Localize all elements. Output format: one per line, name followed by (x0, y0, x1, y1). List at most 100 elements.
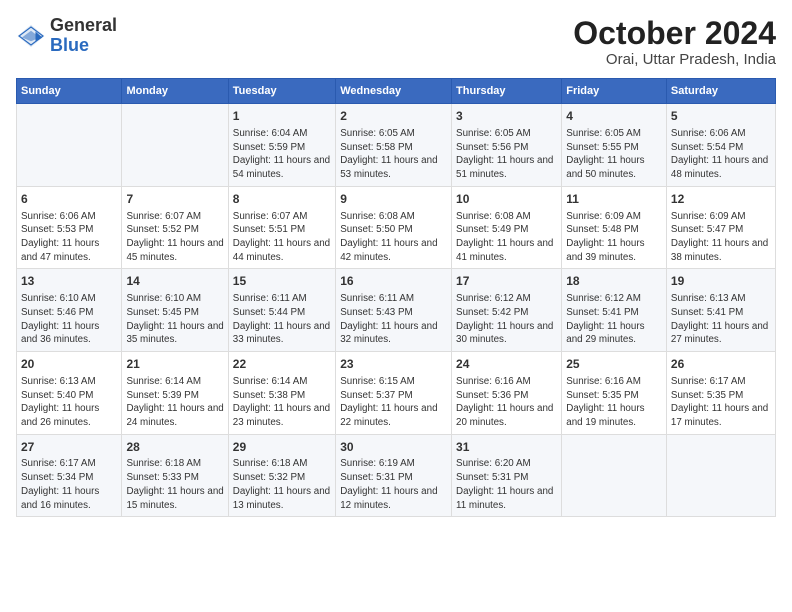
header-row: SundayMondayTuesdayWednesdayThursdayFrid… (17, 79, 776, 104)
calendar-cell: 22 Sunrise: 6:14 AM Sunset: 5:38 PM Dayli… (228, 352, 335, 435)
day-info: Sunrise: 6:19 AM Sunset: 5:31 PM Dayligh… (340, 457, 447, 512)
weekday-header: Monday (122, 79, 228, 104)
day-info: Sunrise: 6:11 AM Sunset: 5:43 PM Dayligh… (340, 292, 447, 347)
day-info: Sunrise: 6:08 AM Sunset: 5:49 PM Dayligh… (456, 210, 557, 265)
calendar-cell: 8 Sunrise: 6:07 AM Sunset: 5:51 PM Daylig… (228, 186, 335, 269)
day-number: 2 (340, 108, 447, 125)
day-info: Sunrise: 6:15 AM Sunset: 5:37 PM Dayligh… (340, 375, 447, 430)
day-number: 24 (456, 356, 557, 373)
day-info: Sunrise: 6:20 AM Sunset: 5:31 PM Dayligh… (456, 457, 557, 512)
calendar-cell: 30Sunrise: 6:19 AM Sunset: 5:31 PM Dayli… (336, 434, 452, 517)
day-number: 28 (126, 439, 223, 456)
day-info: Sunrise: 6:13 AM Sunset: 5:41 PM Dayligh… (671, 292, 771, 347)
calendar-cell: 9Sunrise: 6:08 AM Sunset: 5:50 PM Daylig… (336, 186, 452, 269)
day-info: Sunrise: 6:16 AM Sunset: 5:35 PM Dayligh… (566, 375, 662, 430)
day-number: 1 (233, 108, 331, 125)
day-info: Sunrise: 6:18 AM Sunset: 5:33 PM Dayligh… (126, 457, 223, 512)
day-number: 20 (21, 356, 117, 373)
day-info: Sunrise: 6:07 AM Sunset: 5:52 PM Dayligh… (126, 210, 223, 265)
page-title: October 2024 (573, 16, 776, 51)
calendar-cell: 29Sunrise: 6:18 AM Sunset: 5:32 PM Dayli… (228, 434, 335, 517)
day-info: Sunrise: 6:07 AM Sunset: 5:51 PM Dayligh… (233, 210, 331, 265)
logo-general-text: General Blue (50, 16, 117, 56)
calendar-cell: 16 Sunrise: 6:11 AM Sunset: 5:43 PM Dayli… (336, 269, 452, 352)
day-info: Sunrise: 6:13 AM Sunset: 5:40 PM Dayligh… (21, 375, 117, 430)
day-info: Sunrise: 6:12 AM Sunset: 5:42 PM Dayligh… (456, 292, 557, 347)
day-number: 18 (566, 273, 662, 290)
day-info: Sunrise: 6:14 AM Sunset: 5:38 PM Dayligh… (233, 375, 331, 430)
calendar-cell: 15 Sunrise: 6:11 AM Sunset: 5:44 PM Dayli… (228, 269, 335, 352)
calendar-header: SundayMondayTuesdayWednesdayThursdayFrid… (17, 79, 776, 104)
calendar-week-row: 13Sunrise: 6:10 AM Sunset: 5:46 PM Dayli… (17, 269, 776, 352)
day-number: 15 (233, 273, 331, 290)
day-number: 29 (233, 439, 331, 456)
weekday-header: Tuesday (228, 79, 335, 104)
day-info: Sunrise: 6:09 AM Sunset: 5:47 PM Dayligh… (671, 210, 771, 265)
calendar-cell: 11 Sunrise: 6:09 AM Sunset: 5:48 PM Dayli… (562, 186, 667, 269)
calendar-cell: 27Sunrise: 6:17 AM Sunset: 5:34 PM Dayli… (17, 434, 122, 517)
day-info: Sunrise: 6:08 AM Sunset: 5:50 PM Dayligh… (340, 210, 447, 265)
calendar-cell (666, 434, 775, 517)
calendar-cell: 7Sunrise: 6:07 AM Sunset: 5:52 PM Daylig… (122, 186, 228, 269)
day-info: Sunrise: 6:05 AM Sunset: 5:56 PM Dayligh… (456, 127, 557, 182)
weekday-header: Wednesday (336, 79, 452, 104)
calendar-cell: 3 Sunrise: 6:05 AM Sunset: 5:56 PM Daylig… (452, 104, 562, 187)
day-number: 21 (126, 356, 223, 373)
calendar-cell: 4Sunrise: 6:05 AM Sunset: 5:55 PM Daylig… (562, 104, 667, 187)
day-number: 8 (233, 191, 331, 208)
weekday-header: Saturday (666, 79, 775, 104)
logo: General Blue (16, 16, 117, 56)
calendar-body: 1 Sunrise: 6:04 AM Sunset: 5:59 PM Daylig… (17, 104, 776, 517)
calendar-cell: 23Sunrise: 6:15 AM Sunset: 5:37 PM Dayli… (336, 352, 452, 435)
calendar-cell: 18 Sunrise: 6:12 AM Sunset: 5:41 PM Dayli… (562, 269, 667, 352)
logo-icon (16, 21, 46, 51)
day-number: 26 (671, 356, 771, 373)
weekday-header: Thursday (452, 79, 562, 104)
calendar-cell: 19Sunrise: 6:13 AM Sunset: 5:41 PM Dayli… (666, 269, 775, 352)
day-number: 5 (671, 108, 771, 125)
day-info: Sunrise: 6:06 AM Sunset: 5:54 PM Dayligh… (671, 127, 771, 182)
calendar-cell: 6Sunrise: 6:06 AM Sunset: 5:53 PM Daylig… (17, 186, 122, 269)
day-info: Sunrise: 6:16 AM Sunset: 5:36 PM Dayligh… (456, 375, 557, 430)
day-info: Sunrise: 6:11 AM Sunset: 5:44 PM Dayligh… (233, 292, 331, 347)
calendar-cell: 21 Sunrise: 6:14 AM Sunset: 5:39 PM Dayli… (122, 352, 228, 435)
calendar-cell: 28Sunrise: 6:18 AM Sunset: 5:33 PM Dayli… (122, 434, 228, 517)
weekday-header: Friday (562, 79, 667, 104)
day-number: 22 (233, 356, 331, 373)
calendar-week-row: 1 Sunrise: 6:04 AM Sunset: 5:59 PM Daylig… (17, 104, 776, 187)
calendar-week-row: 6Sunrise: 6:06 AM Sunset: 5:53 PM Daylig… (17, 186, 776, 269)
calendar-cell: 10Sunrise: 6:08 AM Sunset: 5:49 PM Dayli… (452, 186, 562, 269)
day-number: 3 (456, 108, 557, 125)
calendar-cell (122, 104, 228, 187)
calendar-week-row: 27Sunrise: 6:17 AM Sunset: 5:34 PM Dayli… (17, 434, 776, 517)
day-number: 12 (671, 191, 771, 208)
calendar-cell: 24 Sunrise: 6:16 AM Sunset: 5:36 PM Dayli… (452, 352, 562, 435)
calendar-cell: 13Sunrise: 6:10 AM Sunset: 5:46 PM Dayli… (17, 269, 122, 352)
calendar-cell: 26 Sunrise: 6:17 AM Sunset: 5:35 PM Dayli… (666, 352, 775, 435)
day-info: Sunrise: 6:18 AM Sunset: 5:32 PM Dayligh… (233, 457, 331, 512)
day-info: Sunrise: 6:10 AM Sunset: 5:45 PM Dayligh… (126, 292, 223, 347)
day-info: Sunrise: 6:10 AM Sunset: 5:46 PM Dayligh… (21, 292, 117, 347)
day-info: Sunrise: 6:17 AM Sunset: 5:34 PM Dayligh… (21, 457, 117, 512)
day-info: Sunrise: 6:17 AM Sunset: 5:35 PM Dayligh… (671, 375, 771, 430)
calendar-cell: 2 Sunrise: 6:05 AM Sunset: 5:58 PM Daylig… (336, 104, 452, 187)
day-info: Sunrise: 6:04 AM Sunset: 5:59 PM Dayligh… (233, 127, 331, 182)
calendar-cell (17, 104, 122, 187)
calendar-cell: 20 Sunrise: 6:13 AM Sunset: 5:40 PM Dayli… (17, 352, 122, 435)
day-info: Sunrise: 6:12 AM Sunset: 5:41 PM Dayligh… (566, 292, 662, 347)
calendar-cell: 1 Sunrise: 6:04 AM Sunset: 5:59 PM Daylig… (228, 104, 335, 187)
day-number: 6 (21, 191, 117, 208)
day-info: Sunrise: 6:14 AM Sunset: 5:39 PM Dayligh… (126, 375, 223, 430)
calendar-cell: 17Sunrise: 6:12 AM Sunset: 5:42 PM Dayli… (452, 269, 562, 352)
day-number: 25 (566, 356, 662, 373)
calendar-cell: 5 Sunrise: 6:06 AM Sunset: 5:54 PM Daylig… (666, 104, 775, 187)
page-subtitle: Orai, Uttar Pradesh, India (573, 51, 776, 68)
day-number: 11 (566, 191, 662, 208)
weekday-header: Sunday (17, 79, 122, 104)
day-number: 27 (21, 439, 117, 456)
day-info: Sunrise: 6:09 AM Sunset: 5:48 PM Dayligh… (566, 210, 662, 265)
day-number: 16 (340, 273, 447, 290)
day-number: 30 (340, 439, 447, 456)
day-info: Sunrise: 6:05 AM Sunset: 5:58 PM Dayligh… (340, 127, 447, 182)
day-number: 14 (126, 273, 223, 290)
